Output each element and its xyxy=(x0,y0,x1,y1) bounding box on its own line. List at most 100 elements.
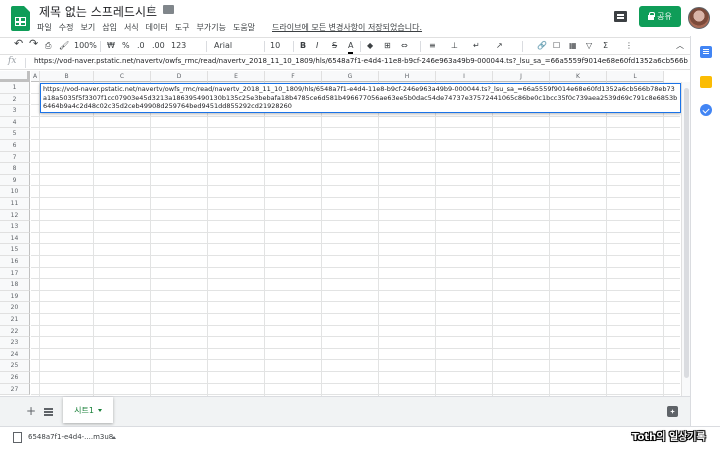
row-header[interactable]: 21 xyxy=(0,314,30,326)
row-header[interactable]: 27 xyxy=(0,383,30,396)
strikethrough-button[interactable]: S xyxy=(332,40,337,52)
functions-icon[interactable]: Σ xyxy=(603,40,608,52)
percent-format-button[interactable]: % xyxy=(122,40,130,52)
spreadsheet-grid[interactable]: ABCDEFGHIJKL 1 2 3 4 5 6 7 8 9 10 11 12 13 14 15 16 17 18… xyxy=(0,71,690,396)
column-header[interactable]: D xyxy=(151,71,208,82)
active-cell-editor[interactable]: https://vod-naver.pstatic.net/navertv/ow… xyxy=(40,83,681,113)
avatar[interactable] xyxy=(688,7,710,29)
merge-cells-icon[interactable]: ⇔ xyxy=(401,40,408,52)
row-header[interactable]: 22 xyxy=(0,325,30,338)
menu-file[interactable]: 파일 xyxy=(37,22,52,33)
tab-sheet1[interactable]: 시트1 xyxy=(63,397,113,423)
column-header[interactable]: K xyxy=(550,71,607,82)
formula-input[interactable]: https://vod-naver.pstatic.net/navertv/ow… xyxy=(34,57,688,65)
calendar-icon[interactable] xyxy=(700,46,712,58)
row-header[interactable]: 16 xyxy=(0,256,30,268)
more-button[interactable]: ⋮ xyxy=(625,40,633,52)
row-header[interactable]: 25 xyxy=(0,360,30,372)
fill-color-icon[interactable]: ◆ xyxy=(367,40,373,52)
row-header[interactable]: 5 xyxy=(0,128,30,140)
menu-insert[interactable]: 삽입 xyxy=(102,22,117,33)
insert-chart-icon[interactable]: ▦ xyxy=(569,40,577,52)
zoom-select[interactable]: 100% xyxy=(74,40,97,52)
insert-comment-icon[interactable]: ☐ xyxy=(553,40,560,52)
collapse-icon[interactable]: ︿ xyxy=(676,40,684,52)
column-header[interactable]: H xyxy=(379,71,436,82)
column-header[interactable]: J xyxy=(493,71,550,82)
row-header[interactable]: 15 xyxy=(0,244,30,256)
sheets-logo-icon[interactable] xyxy=(11,6,30,31)
row-header[interactable]: 6 xyxy=(0,140,30,152)
filter-icon[interactable]: ▽ xyxy=(586,40,592,52)
column-header[interactable]: E xyxy=(208,71,265,82)
italic-button[interactable]: I xyxy=(316,40,318,52)
document-title[interactable]: 제목 없는 스프레드시트 xyxy=(39,3,157,20)
column-header[interactable]: I xyxy=(436,71,493,82)
download-file-name[interactable]: 6548a7f1-e4d4-....m3u8 xyxy=(28,433,113,441)
decrease-decimal-button[interactable]: .0 xyxy=(137,40,145,52)
text-rotate-icon[interactable]: ↗ xyxy=(496,40,503,52)
row-header[interactable]: 23 xyxy=(0,337,30,349)
explore-icon[interactable] xyxy=(667,406,678,417)
row-header[interactable]: 12 xyxy=(0,209,30,222)
chevron-up-icon[interactable] xyxy=(112,436,116,439)
row-header[interactable]: 14 xyxy=(0,232,30,245)
font-select[interactable]: Arial xyxy=(214,40,232,52)
menu-tools[interactable]: 도구 xyxy=(175,22,190,33)
column-header[interactable]: A xyxy=(31,71,40,82)
column-header[interactable]: L xyxy=(607,71,664,82)
undo-icon[interactable]: ↶ xyxy=(14,38,23,50)
row-header[interactable]: 13 xyxy=(0,221,30,233)
insert-link-icon[interactable]: 🔗 xyxy=(537,40,547,52)
row-header[interactable]: 8 xyxy=(0,163,30,175)
add-sheet-icon[interactable]: + xyxy=(26,404,36,418)
row-header[interactable]: 20 xyxy=(0,302,30,314)
column-header[interactable]: C xyxy=(94,71,151,82)
menu-help[interactable]: 도움말 xyxy=(233,22,255,33)
font-size-select[interactable]: 10 xyxy=(270,40,280,52)
tasks-icon[interactable] xyxy=(700,104,712,116)
vertical-align-icon[interactable]: ⊥ xyxy=(451,40,458,52)
horizontal-align-icon[interactable]: ≡ xyxy=(429,40,436,52)
column-header[interactable]: F xyxy=(265,71,322,82)
menu-addons[interactable]: 부가기능 xyxy=(197,22,226,33)
row-header[interactable]: 1 xyxy=(0,82,30,94)
more-formats-select[interactable]: 123 xyxy=(171,40,186,52)
paint-format-icon[interactable]: 🖌 xyxy=(59,40,69,52)
all-sheets-icon[interactable] xyxy=(44,408,53,410)
row-header[interactable]: 2 xyxy=(0,93,30,106)
share-button[interactable]: 공유 xyxy=(639,6,681,27)
row-header[interactable]: 11 xyxy=(0,198,30,210)
scrollbar-thumb[interactable] xyxy=(684,88,689,378)
text-color-button[interactable]: A xyxy=(348,40,354,54)
redo-icon[interactable]: ↷ xyxy=(29,38,38,50)
row-header[interactable]: 26 xyxy=(0,372,30,384)
vertical-scrollbar[interactable] xyxy=(681,82,690,396)
keep-icon[interactable] xyxy=(700,76,712,88)
bold-button[interactable]: B xyxy=(300,40,306,52)
column-header[interactable]: G xyxy=(322,71,379,82)
row-header[interactable]: 17 xyxy=(0,267,30,280)
currency-format-button[interactable]: ₩ xyxy=(107,40,115,52)
save-status[interactable]: 드라이브에 모든 변경사항이 저장되었습니다. xyxy=(272,22,422,33)
row-header[interactable]: 4 xyxy=(0,116,30,129)
borders-icon[interactable]: ⊞ xyxy=(384,40,391,52)
row-header[interactable]: 18 xyxy=(0,279,30,291)
row-header[interactable]: 7 xyxy=(0,151,30,164)
menu-format[interactable]: 서식 xyxy=(124,22,139,33)
select-all-corner[interactable] xyxy=(0,71,30,82)
menu-data[interactable]: 데이터 xyxy=(146,22,168,33)
row-header[interactable]: 9 xyxy=(0,174,30,187)
row-header[interactable]: 19 xyxy=(0,290,30,303)
star-icon[interactable]: ☆ xyxy=(146,2,157,16)
row-header[interactable]: 24 xyxy=(0,348,30,361)
increase-decimal-button[interactable]: .00 xyxy=(152,40,165,52)
row-header[interactable]: 10 xyxy=(0,186,30,198)
menu-edit[interactable]: 수정 xyxy=(59,22,74,33)
folder-icon[interactable] xyxy=(163,5,174,14)
text-wrap-icon[interactable]: ↵ xyxy=(473,40,480,52)
column-header[interactable]: B xyxy=(40,71,94,82)
print-icon[interactable]: ⎙ xyxy=(45,40,51,52)
comment-history-icon[interactable] xyxy=(614,11,627,22)
menu-view[interactable]: 보기 xyxy=(80,22,95,33)
